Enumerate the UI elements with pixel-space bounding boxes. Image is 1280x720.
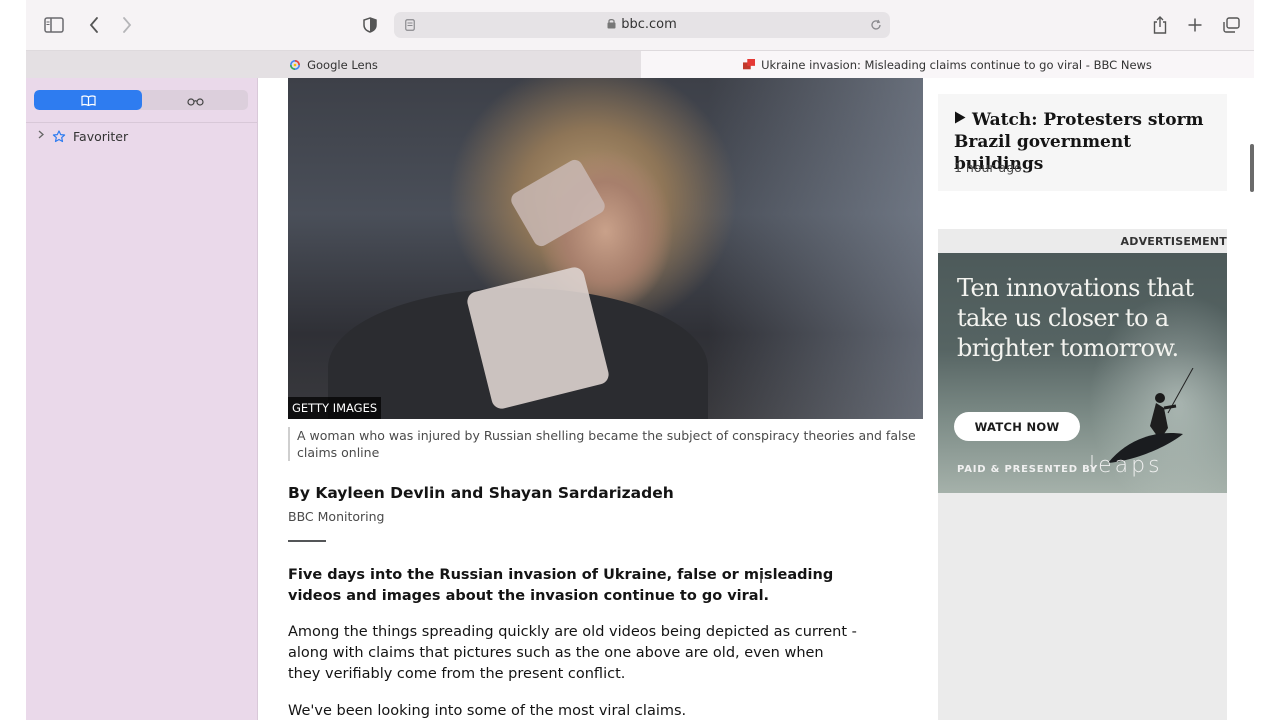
article-org: BBC Monitoring (288, 509, 385, 524)
tab-label: Ukraine invasion: Misleading claims cont… (761, 57, 1152, 72)
watch-now-button[interactable]: WATCH NOW (954, 412, 1080, 441)
sidebar-segmented-control (34, 90, 248, 110)
glasses-icon (186, 91, 204, 110)
bookmarks-tab[interactable] (34, 90, 142, 110)
sidebar-toggle-icon[interactable] (42, 13, 66, 37)
text-cursor-icon: I (759, 571, 764, 587)
share-icon[interactable] (1148, 13, 1172, 37)
byline-divider (288, 540, 326, 542)
tab-bbc-news[interactable]: Ukraine invasion: Misleading claims cont… (641, 51, 1254, 78)
browser-toolbar: bbc.com (26, 0, 1254, 50)
browser-window: bbc.com Google Lens Ukraine invasion: Mi… (26, 0, 1254, 720)
forward-icon[interactable] (115, 13, 139, 37)
article-paragraph: We've been looking into some of the most… (288, 703, 687, 719)
favorites-folder[interactable]: Favoriter (38, 128, 128, 144)
tab-google-lens[interactable]: Google Lens (26, 51, 642, 78)
ad-headline: Ten innovations that take us closer to a… (957, 274, 1194, 362)
tab-strip: Google Lens Ukraine invasion: Misleading… (26, 50, 1254, 78)
ad-brand-logo: leaps (1089, 453, 1163, 478)
article-byline: By Kayleen Devlin and Shayan Sardarizade… (288, 484, 674, 502)
google-lens-icon (289, 59, 301, 71)
bookmarks-sidebar: Favoriter (26, 78, 258, 720)
back-icon[interactable] (82, 13, 106, 37)
image-credit: GETTY IMAGES (288, 397, 382, 419)
screen-border-left (0, 0, 26, 720)
reading-list-tab[interactable] (142, 90, 248, 110)
chevron-right-icon[interactable] (38, 130, 48, 142)
image-caption: A woman who was injured by Russian shell… (288, 427, 922, 461)
lock-icon (607, 13, 616, 39)
play-icon (954, 108, 966, 130)
image-background (708, 78, 923, 419)
article-lead: Five days into the Russian invasion of U… (288, 567, 834, 604)
tab-label: Google Lens (307, 57, 378, 72)
tab-overview-icon[interactable] (1219, 13, 1243, 37)
ad-column: ADVERTISEMENT Ten innovations that take … (938, 229, 1227, 720)
screen-border-right (1254, 0, 1280, 720)
url-label: bbc.com (621, 17, 677, 32)
image-detail (508, 157, 608, 249)
page-scrollbar[interactable] (1250, 144, 1254, 192)
article-paragraph: Among the things spreading quickly are o… (288, 624, 857, 682)
privacy-shield-icon[interactable] (358, 13, 382, 37)
ad-sponsor-label: PAID & PRESENTED BY (957, 464, 1099, 475)
advertisement-label: ADVERTISEMENT (1120, 235, 1227, 248)
sidebar-divider (26, 122, 257, 123)
page-content: GETTY IMAGES A woman who was injured by … (258, 78, 1254, 720)
address-bar[interactable]: bbc.com (394, 12, 890, 38)
book-icon (80, 91, 96, 110)
bbc-news-icon (743, 58, 756, 71)
star-icon (52, 129, 66, 143)
reload-icon[interactable] (868, 17, 884, 33)
favorites-label: Favoriter (73, 128, 129, 144)
advertisement-banner[interactable]: Ten innovations that take us closer to a… (938, 253, 1227, 493)
url-text[interactable]: bbc.com (394, 12, 890, 38)
article-hero-image: GETTY IMAGES (288, 78, 923, 419)
related-story-time: 1 hour ago (954, 160, 1022, 175)
new-tab-icon[interactable] (1183, 13, 1207, 37)
related-story-card[interactable]: Watch: Protesters storm Brazil governmen… (938, 94, 1227, 191)
